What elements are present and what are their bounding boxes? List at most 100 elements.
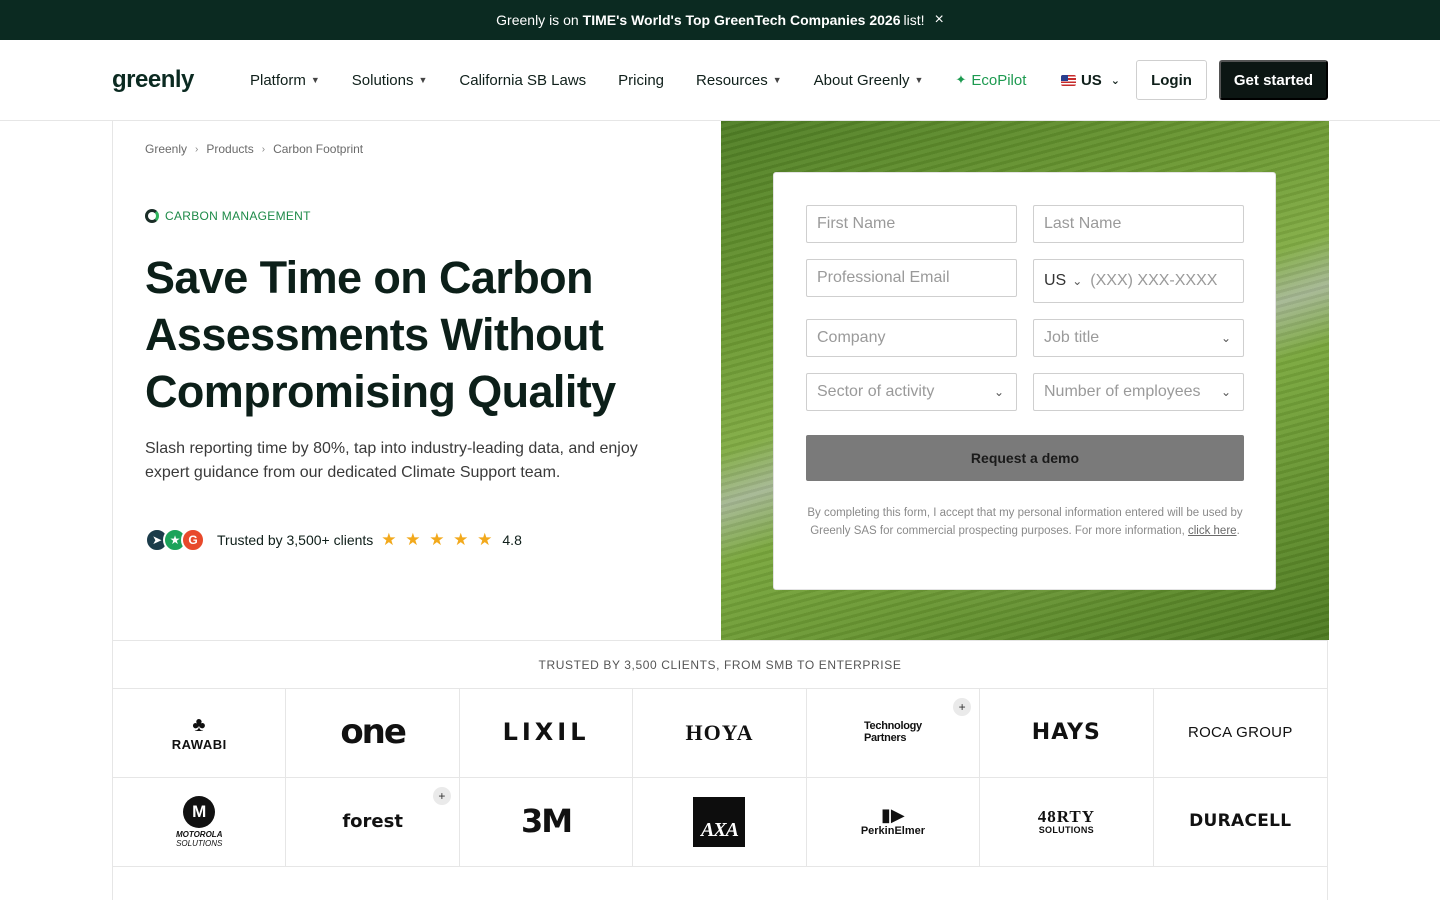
plus-icon[interactable]: + (432, 787, 451, 805)
breadcrumb-carbon-footprint: Carbon Footprint (273, 142, 364, 156)
hero-content: Greenly › Products › Carbon Footprint CA… (113, 121, 721, 640)
logos-title: TRUSTED BY 3,500 CLIENTS, FROM SMB TO EN… (113, 641, 1327, 689)
sector-select[interactable]: Sector of activity ⌄ (806, 373, 1017, 411)
nav-item-solutions[interactable]: Solutions ▼ (352, 72, 428, 89)
review-badges: ➤ ★ G (145, 528, 205, 552)
last-name-input[interactable] (1044, 215, 1233, 233)
logo-motorola: M MOTOROLA SOLUTIONS (113, 778, 287, 867)
job-title-select[interactable]: Job title ⌄ (1033, 319, 1244, 357)
chevron-down-icon: ▼ (914, 75, 924, 85)
logo-text: HAYS (1031, 720, 1101, 746)
chevron-down-icon: ⌄ (1220, 331, 1231, 345)
nav-item-label: Resources (696, 71, 768, 89)
rating-value: 4.8 (502, 532, 522, 548)
logo-text: forest (342, 810, 403, 832)
nav-item-resources[interactable]: Resources ▼ (696, 72, 782, 89)
nav-item-ecopilot[interactable]: ✦ EcoPilot (955, 72, 1026, 89)
carbon-ring-icon (145, 209, 159, 223)
logo-technology-partners: Technology Partners + (806, 689, 981, 778)
chevron-right-icon: › (195, 143, 199, 155)
consent-link[interactable]: click here (1188, 525, 1237, 537)
logo-text: LIXIL (502, 718, 590, 747)
logos-grid: ♣ RAWABI one LIXIL HOYA Technology Partner… (113, 689, 1327, 867)
sparkle-icon: ✦ (955, 72, 967, 87)
chevron-down-icon: ▼ (772, 75, 782, 85)
hero-subtitle-line2: expert guidance from our dedicated Clima… (145, 464, 561, 481)
greenly-logo[interactable]: greenly (112, 66, 250, 94)
chevron-down-icon: ▼ (310, 75, 320, 85)
nav-item-label: California SB Laws (459, 71, 587, 89)
announcement-highlight[interactable]: TIME's World's Top GreenTech Companies 2… (583, 12, 901, 28)
locale-selector[interactable]: US ⌄ (1060, 72, 1120, 89)
company-input[interactable] (817, 329, 1006, 347)
email-input[interactable] (817, 269, 1006, 287)
motorola-m-icon: M (183, 796, 216, 829)
announcement-prefix: Greenly is on (496, 12, 579, 28)
us-flag-icon (1060, 74, 1076, 86)
nav-menu: Platform ▼ Solutions ▼ California SB Laws … (250, 72, 1026, 89)
phone-country-selector[interactable]: US ⌄ (1044, 272, 1082, 290)
logo-text: HOYA (685, 720, 754, 746)
announcement-suffix: list! (903, 12, 925, 28)
logo-48forty: 48RTY SOLUTIONS (980, 778, 1154, 867)
logo-text: Technology (863, 720, 922, 733)
chevron-down-icon: ⌄ (1072, 274, 1083, 288)
breadcrumb-products[interactable]: Products (206, 142, 253, 156)
request-demo-button[interactable]: Request a demo (806, 435, 1244, 481)
company-field[interactable] (806, 319, 1017, 357)
consent-end: . (1236, 525, 1240, 537)
eyebrow-text: CARBON MANAGEMENT (165, 209, 311, 223)
sector-placeholder: Sector of activity (817, 383, 935, 400)
logo-text: DURACELL (1189, 811, 1292, 832)
plus-icon[interactable]: + (953, 698, 972, 716)
close-icon[interactable]: × (934, 12, 943, 28)
logo-text: SOLUTIONS (1038, 825, 1094, 836)
employees-select[interactable]: Number of employees ⌄ (1033, 373, 1244, 411)
nav-item-about-greenly[interactable]: About Greenly ▼ (814, 72, 924, 89)
logo-forest: forest + (286, 778, 460, 867)
logo-text: RAWABI (171, 736, 227, 752)
logo-text: 48RTY (1037, 807, 1095, 827)
consent-body: By completing this form, I accept that m… (807, 507, 1243, 537)
chevron-right-icon: › (261, 143, 266, 155)
first-name-input[interactable] (817, 215, 1006, 233)
login-button[interactable]: Login (1136, 60, 1207, 100)
main-nav: greenly Platform ▼ Solutions ▼ California … (0, 40, 1440, 121)
last-name-field[interactable] (1033, 205, 1244, 243)
consent-text: By completing this form, I accept that m… (806, 504, 1244, 540)
trust-text: Trusted by 3,500+ clients (217, 532, 374, 548)
logo-text: ROCA GROUP (1187, 724, 1293, 742)
email-field[interactable] (806, 259, 1017, 297)
nav-item-platform[interactable]: Platform ▼ (250, 72, 320, 89)
logo-one: one (286, 689, 460, 778)
star-rating-icon: ★ ★ ★ ★ ★ (381, 530, 495, 549)
phone-field[interactable]: US ⌄ (1033, 259, 1244, 303)
job-title-placeholder: Job title (1044, 329, 1100, 346)
client-logos-section: TRUSTED BY 3,500 CLIENTS, FROM SMB TO EN… (112, 640, 1328, 900)
trust-row: ➤ ★ G Trusted by 3,500+ clients ★ ★ ★ ★ … (145, 528, 522, 552)
get-started-button[interactable]: Get started (1219, 60, 1328, 100)
logo-perkinelmer: ▮▶ PerkinElmer (806, 778, 981, 867)
perkinelmer-mark-icon: ▮▶ (881, 805, 905, 826)
rawabi-leaf-icon: ♣ (192, 713, 207, 736)
nav-item-label: EcoPilot (971, 71, 1027, 89)
nav-item-label: Platform (250, 71, 306, 89)
chevron-down-icon: ▼ (418, 75, 428, 85)
demo-form: US ⌄ Job title ⌄ Sector of activity ⌄ Nu… (773, 172, 1276, 590)
chevron-down-icon: ⌄ (1220, 385, 1231, 399)
breadcrumb-greenly[interactable]: Greenly (145, 142, 187, 156)
first-name-field[interactable] (806, 205, 1017, 243)
hero-visual: US ⌄ Job title ⌄ Sector of activity ⌄ Nu… (721, 121, 1329, 640)
logo-text: 3M (521, 802, 573, 841)
logo-text: one (340, 712, 407, 753)
nav-item-california-sb-laws[interactable]: California SB Laws (459, 72, 586, 89)
nav-actions: US ⌄ Login Get started (1060, 60, 1328, 100)
logo-axa: AXA (633, 778, 807, 867)
phone-country-code: US (1044, 272, 1067, 289)
phone-input[interactable] (1090, 272, 1243, 290)
chevron-down-icon: ⌄ (1110, 74, 1120, 87)
nav-item-pricing[interactable]: Pricing (618, 72, 664, 89)
logo-text: Partners (863, 732, 907, 744)
logo-text: AXA (693, 797, 746, 847)
page-title: Save Time on Carbon Assessments Without … (145, 252, 616, 417)
